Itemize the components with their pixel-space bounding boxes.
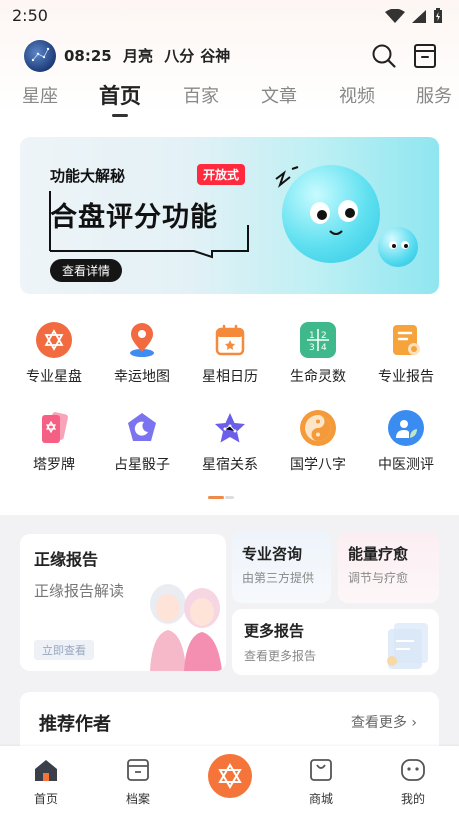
star-of-david-icon bbox=[218, 763, 242, 789]
header-info: 08:25 月亮 八分 谷神 bbox=[64, 45, 236, 66]
svg-text:3: 3 bbox=[309, 343, 315, 353]
grid-label: 中医测评 bbox=[378, 457, 434, 473]
card-title: 专业咨询 bbox=[242, 545, 303, 563]
star-constellation-icon bbox=[212, 410, 248, 446]
header-deity: 谷神 bbox=[200, 47, 231, 65]
bubble-mascot-small bbox=[378, 227, 418, 267]
active-tab-indicator bbox=[112, 114, 128, 117]
bottom-nav: 首页 档案 商城 我的 bbox=[0, 746, 459, 816]
header-phase: 八分 bbox=[164, 47, 195, 65]
recommended-authors-section: 推荐作者 查看更多 › bbox=[20, 692, 439, 748]
card-energy-healing[interactable]: 能量疗愈 调节与疗愈 bbox=[338, 531, 439, 603]
archive-icon bbox=[127, 759, 149, 781]
report-icon bbox=[388, 322, 424, 358]
card-pro-consult[interactable]: 专业咨询 由第三方提供 bbox=[232, 531, 331, 603]
grid-item-constellation-relations[interactable]: 星宿关系 bbox=[190, 410, 270, 474]
profile-icon bbox=[401, 759, 425, 781]
svg-text:4: 4 bbox=[321, 343, 327, 353]
grid-item-pro-report[interactable]: 专业报告 bbox=[366, 322, 446, 386]
wifi-icon bbox=[385, 8, 405, 23]
constellation-avatar-icon bbox=[31, 47, 50, 62]
numbers-grid-icon: 1234 bbox=[300, 322, 336, 358]
yin-yang-icon bbox=[300, 410, 336, 446]
grid-label: 专业报告 bbox=[378, 369, 434, 385]
grid-item-tcm-assessment[interactable]: 中医测评 bbox=[366, 410, 446, 474]
tab-xingzuo[interactable]: 星座 bbox=[22, 82, 58, 108]
tab-home[interactable]: 首页 bbox=[99, 80, 141, 110]
section-title: 推荐作者 bbox=[39, 714, 111, 735]
promo-banner[interactable]: 功能大解秘 开放式 合盘评分功能 查看详情 bbox=[20, 137, 439, 294]
card-zhengyuan-report[interactable]: 正缘报告 正缘报告解读 立即查看 bbox=[20, 534, 226, 671]
dice-moon-icon bbox=[124, 410, 160, 446]
map-pin-icon bbox=[124, 322, 160, 358]
grid-label: 国学八字 bbox=[290, 457, 346, 473]
header-time: 08:25 bbox=[64, 47, 112, 65]
grid-item-bazi[interactable]: 国学八字 bbox=[278, 410, 358, 474]
grid-label: 星相日历 bbox=[202, 369, 258, 385]
view-now-button[interactable]: 立即查看 bbox=[34, 640, 94, 660]
avatar[interactable] bbox=[24, 40, 56, 72]
card-subtitle: 由第三方提供 bbox=[242, 571, 315, 585]
shopping-bag-icon bbox=[310, 759, 332, 781]
card-subtitle: 查看更多报告 bbox=[244, 649, 317, 663]
tab-articles[interactable]: 文章 bbox=[261, 82, 297, 108]
grid-item-lucky-map[interactable]: 幸运地图 bbox=[102, 322, 182, 386]
tab-baijia[interactable]: 百家 bbox=[183, 82, 219, 108]
nav-label: 首页 bbox=[33, 792, 58, 806]
card-subtitle: 调节与疗愈 bbox=[348, 571, 409, 585]
grid-item-life-numbers[interactable]: 1234 生命灵数 bbox=[278, 322, 358, 386]
card-subtitle: 正缘报告解读 bbox=[34, 582, 125, 600]
tab-videos[interactable]: 视频 bbox=[339, 82, 375, 108]
header: 08:25 月亮 八分 谷神 bbox=[0, 36, 459, 76]
svg-text:2: 2 bbox=[321, 331, 327, 341]
status-bar: 2:50 bbox=[0, 0, 459, 32]
grid-label: 专业星盘 bbox=[26, 369, 82, 385]
grid-page-indicator bbox=[208, 496, 234, 499]
document-stack-icon bbox=[387, 623, 428, 669]
grid-item-tarot[interactable]: 塔罗牌 bbox=[14, 410, 94, 474]
nav-mall[interactable]: 商城 bbox=[291, 758, 351, 807]
couple-illustration bbox=[150, 584, 222, 671]
card-title: 正缘报告 bbox=[34, 550, 99, 569]
nav-profile[interactable]: 我的 bbox=[383, 758, 443, 807]
status-time: 2:50 bbox=[12, 6, 48, 25]
grid-label: 占星骰子 bbox=[114, 457, 170, 473]
tarot-cards-icon bbox=[36, 410, 72, 446]
tab-services[interactable]: 服务 bbox=[416, 82, 452, 108]
view-more-link[interactable]: 查看更多 › bbox=[351, 712, 417, 732]
banner-small-title: 功能大解秘 bbox=[50, 167, 126, 185]
archive-icon[interactable] bbox=[413, 43, 437, 69]
grid-item-pro-chart[interactable]: 专业星盘 bbox=[14, 322, 94, 386]
top-tabs: 星座 首页 百家 文章 视频 服务 bbox=[0, 82, 459, 122]
banner-tag: 开放式 bbox=[197, 164, 246, 185]
grid-label: 星宿关系 bbox=[202, 457, 258, 473]
speech-bubble-outline bbox=[49, 191, 249, 259]
grid-label: 塔罗牌 bbox=[33, 457, 75, 473]
card-title: 能量疗愈 bbox=[348, 545, 409, 563]
search-icon[interactable] bbox=[371, 43, 397, 69]
battery-icon bbox=[434, 8, 442, 23]
nav-label: 我的 bbox=[400, 792, 425, 806]
signal-icon bbox=[412, 9, 426, 23]
calendar-icon bbox=[212, 322, 248, 358]
grid-item-astro-calendar[interactable]: 星相日历 bbox=[190, 322, 270, 386]
star-of-david-icon bbox=[36, 322, 72, 358]
header-moon: 月亮 bbox=[122, 47, 153, 65]
grid-label: 幸运地图 bbox=[114, 369, 170, 385]
banner-view-details-button[interactable]: 查看详情 bbox=[50, 259, 123, 282]
bubble-mascot-large bbox=[282, 165, 380, 263]
nav-center-chart-button[interactable] bbox=[208, 754, 252, 798]
card-more-reports[interactable]: 更多报告 查看更多报告 bbox=[232, 609, 439, 675]
nav-label: 商城 bbox=[308, 792, 333, 806]
leaf-person-icon bbox=[388, 410, 424, 446]
nav-archive[interactable]: 档案 bbox=[108, 758, 168, 807]
nav-home[interactable]: 首页 bbox=[16, 758, 76, 807]
nav-label: 档案 bbox=[125, 792, 150, 806]
svg-text:1: 1 bbox=[309, 331, 315, 341]
card-title: 更多报告 bbox=[244, 622, 305, 640]
home-icon bbox=[35, 760, 57, 781]
grid-item-astro-dice[interactable]: 占星骰子 bbox=[102, 410, 182, 474]
grid-label: 生命灵数 bbox=[290, 369, 346, 385]
